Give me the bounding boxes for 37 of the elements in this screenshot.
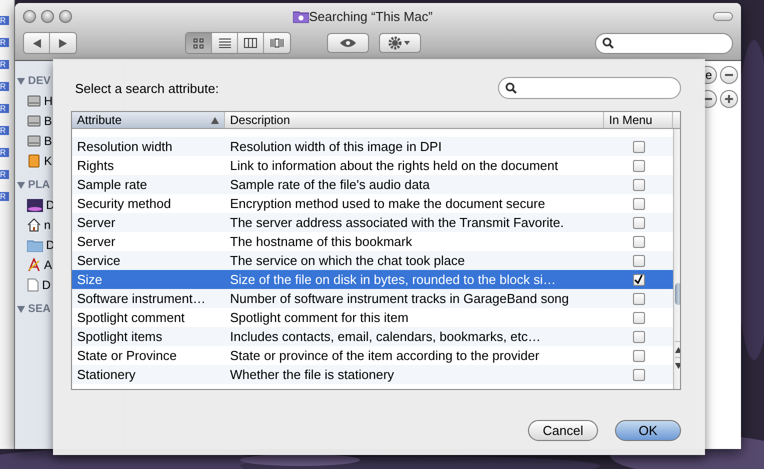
attribute-description: Encryption method used to make the document secure <box>229 196 546 211</box>
attribute-description: Spotlight comment for this item <box>229 310 410 325</box>
file-tag: R <box>0 82 9 91</box>
attribute-description: Sample rate of the file's audio data <box>229 177 431 192</box>
attribute-name: Server <box>76 234 116 249</box>
attribute-description: Includes contacts, email, calendars, bookmarks, etc… <box>229 329 542 344</box>
attribute-description: Number of software instrument tracks in GarageBand song <box>229 291 570 306</box>
attribute-description: The hostname of this bookmark <box>229 234 414 249</box>
attribute-description: Whether the file is stationery <box>229 367 396 382</box>
attribute-name: Sample rate <box>76 177 148 192</box>
attribute-name: Size <box>76 272 104 287</box>
attribute-name: Server <box>76 215 116 230</box>
attribute-description: The server address associated with the Transmit Favorite. <box>229 215 565 230</box>
file-tag: R <box>0 192 9 201</box>
attribute-name: Spotlight comment <box>76 310 186 325</box>
attribute-name: Rights <box>76 158 115 173</box>
prompt-text: Select a search attribute: <box>75 80 219 96</box>
attribute-name: Stationery <box>76 367 137 382</box>
attribute-description: The service on which the chat took place <box>229 253 466 268</box>
window-title: Searching “This Mac” <box>309 8 433 24</box>
file-tag: R <box>0 126 9 135</box>
file-tag: R <box>0 60 9 69</box>
attribute-name: Software instrument… <box>76 291 207 306</box>
file-tag: R <box>0 104 9 113</box>
file-tag: R <box>0 16 9 25</box>
attribute-name: State or Province <box>76 348 178 363</box>
attribute-name: Service <box>76 253 122 268</box>
attribute-description: State or province of the item according to the provider <box>229 348 540 363</box>
attribute-name: Spotlight items <box>76 329 164 344</box>
file-tag: R <box>0 38 9 47</box>
attribute-name: Security method <box>76 196 172 211</box>
attribute-description: Resolution width of this image in DPI <box>229 139 443 154</box>
file-tag: R <box>0 170 9 179</box>
attribute-name: Resolution width <box>76 139 174 154</box>
attribute-description: Link to information about the rights held on the document <box>229 158 560 173</box>
file-tag: R <box>0 148 9 157</box>
attribute-description: Size of the file on disk in bytes, rounded to the block si… <box>229 272 557 287</box>
